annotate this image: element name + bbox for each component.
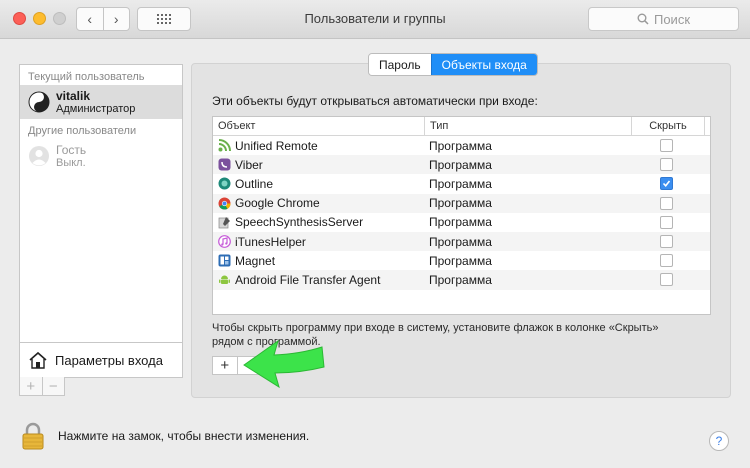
tab-login-items[interactable]: Объекты входа bbox=[430, 54, 537, 75]
remove-user-button[interactable]: − bbox=[43, 377, 65, 395]
login-items-description: Эти объекты будут открываться автоматиче… bbox=[212, 94, 538, 108]
checkmark-icon bbox=[662, 180, 670, 188]
search-input[interactable]: Поиск bbox=[588, 7, 739, 31]
sidebar-item-guest[interactable]: Гость Выкл. bbox=[20, 139, 182, 173]
viber-icon bbox=[218, 158, 231, 171]
magnet-icon bbox=[218, 254, 231, 267]
login-options-item[interactable]: Параметры входа bbox=[20, 342, 182, 377]
column-header-hide[interactable]: Скрыть bbox=[632, 117, 705, 135]
other-users-header: Другие пользователи bbox=[28, 125, 137, 137]
hide-checkbox[interactable] bbox=[659, 273, 673, 287]
item-type: Программа bbox=[429, 253, 492, 268]
login-items-table: Объект Тип Скрыть Unified Remote Програм… bbox=[212, 116, 711, 315]
search-placeholder: Поиск bbox=[653, 11, 691, 27]
table-header: Объект Тип Скрыть bbox=[213, 117, 710, 136]
item-type: Программа bbox=[429, 196, 492, 211]
current-user-name: vitalik bbox=[56, 88, 91, 103]
current-user-header: Текущий пользователь bbox=[28, 71, 145, 83]
speech-icon bbox=[218, 216, 230, 229]
table-row[interactable]: Unified Remote Программа bbox=[213, 136, 710, 155]
users-sidebar: Текущий пользователь vitalik Администрат… bbox=[19, 64, 183, 378]
hide-checkbox[interactable] bbox=[659, 139, 673, 153]
unified-remote-icon bbox=[218, 139, 231, 152]
item-name: Magnet bbox=[235, 253, 276, 268]
item-type: Программа bbox=[429, 272, 492, 287]
hide-checkbox[interactable] bbox=[659, 235, 673, 249]
tab-password[interactable]: Пароль bbox=[369, 54, 431, 75]
table-row[interactable]: Android File Transfer Agent Программа bbox=[213, 270, 710, 290]
hide-checkbox-checked[interactable] bbox=[659, 177, 673, 191]
green-arrow-icon bbox=[243, 339, 325, 389]
item-name: SpeechSynthesisServer bbox=[235, 215, 364, 230]
item-name: Outline bbox=[235, 176, 274, 191]
item-name: Viber bbox=[235, 157, 263, 172]
titlebar: ‹ › Пользователи и группы Поиск bbox=[0, 0, 750, 39]
sidebar-item-current-user[interactable]: vitalik Администратор bbox=[20, 85, 182, 119]
guest-avatar-icon bbox=[29, 146, 49, 166]
lock-text: Нажмите на замок, чтобы внести изменения… bbox=[58, 429, 310, 443]
chrome-icon bbox=[218, 197, 231, 210]
preferences-window: ‹ › Пользователи и группы Поиск Текущий … bbox=[0, 0, 750, 468]
login-options-label: Параметры входа bbox=[55, 352, 163, 368]
outline-icon bbox=[218, 177, 231, 190]
tab-bar: Пароль Объекты входа bbox=[368, 53, 538, 76]
item-name: Unified Remote bbox=[235, 138, 318, 153]
hide-checkbox[interactable] bbox=[659, 158, 673, 172]
column-header-item[interactable]: Объект bbox=[213, 117, 425, 135]
help-button[interactable]: ? bbox=[709, 431, 729, 451]
guest-name: Гость bbox=[56, 142, 87, 157]
item-name: Google Chrome bbox=[235, 196, 320, 211]
lock-icon[interactable] bbox=[22, 422, 44, 450]
hide-checkbox[interactable] bbox=[659, 196, 673, 210]
add-login-item-button[interactable]: + bbox=[213, 357, 238, 374]
column-header-type[interactable]: Тип bbox=[425, 117, 632, 135]
item-type: Программа bbox=[429, 138, 492, 153]
table-row[interactable]: Viber Программа bbox=[213, 155, 710, 175]
item-type: Программа bbox=[429, 176, 492, 191]
android-icon bbox=[219, 275, 230, 285]
hide-checkbox[interactable] bbox=[659, 254, 673, 268]
itunes-icon bbox=[218, 235, 231, 248]
current-user-role: Администратор bbox=[56, 102, 136, 115]
item-type: Программа bbox=[429, 215, 492, 230]
table-row[interactable]: iTunesHelper Программа bbox=[213, 231, 710, 252]
guest-status: Выкл. bbox=[56, 156, 86, 169]
hide-checkbox[interactable] bbox=[659, 215, 673, 229]
table-row[interactable]: Magnet Программа bbox=[213, 251, 710, 270]
yin-yang-avatar-icon bbox=[28, 91, 50, 113]
user-add-remove: + − bbox=[19, 377, 65, 396]
item-name: Android File Transfer Agent bbox=[235, 272, 381, 287]
item-type: Программа bbox=[429, 157, 492, 172]
table-row[interactable]: Outline Программа bbox=[213, 174, 710, 193]
item-name: iTunesHelper bbox=[235, 234, 306, 249]
table-row[interactable]: SpeechSynthesisServer Программа bbox=[213, 213, 710, 232]
lock-row: Нажмите на замок, чтобы внести изменения… bbox=[22, 422, 309, 450]
item-type: Программа bbox=[429, 234, 492, 249]
table-row[interactable]: Google Chrome Программа bbox=[213, 193, 710, 213]
house-icon bbox=[29, 351, 47, 369]
search-icon bbox=[637, 13, 649, 25]
add-user-button[interactable]: + bbox=[20, 377, 43, 395]
